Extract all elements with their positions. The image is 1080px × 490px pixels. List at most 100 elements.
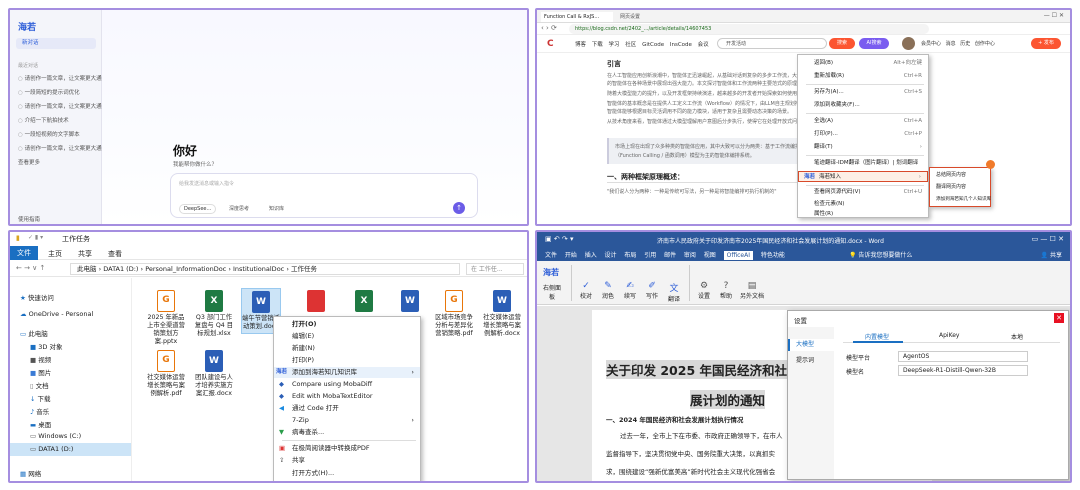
user-link[interactable]: 会员中心 xyxy=(921,41,941,47)
model-select[interactable]: DeepSeek-R1-Distill-Qwen-32B xyxy=(898,365,1028,376)
nav-link[interactable]: 下载 xyxy=(592,42,603,48)
breadcrumb[interactable]: 此电脑 › DATA1 (D:) › Personal_InformationD… xyxy=(70,263,460,275)
browser-tab[interactable]: Function Call & RxJS... xyxy=(541,12,613,22)
guide-link[interactable]: 使用指南 xyxy=(18,215,40,223)
close-icon[interactable]: ✕ xyxy=(1054,313,1064,323)
breadcrumb-item[interactable]: InstitutionalDoc xyxy=(233,265,284,273)
submenu-item-add-kb[interactable]: 添加到海若知几个人知识库 xyxy=(930,194,991,206)
nav-quick-access[interactable]: ★ 快速访问 xyxy=(20,292,54,302)
nav-link[interactable]: InsCode xyxy=(670,42,692,48)
menu-item-print[interactable]: 打印(P)... Ctrl+P xyxy=(798,129,928,140)
menu-item-reload[interactable]: 重新加载(R) Ctrl+R xyxy=(798,71,928,82)
nav-arrows-icon[interactable]: ← → ∨ ↑ xyxy=(16,264,45,272)
menu-item-open[interactable]: 打开(O) xyxy=(274,319,420,330)
ribbon-button[interactable]: ⚙ 设置 xyxy=(693,281,715,300)
nav-link[interactable]: 会议 xyxy=(698,42,709,48)
site-nav-links[interactable]: 博客 下载 学习 社区 GitCode InsCode 会议 xyxy=(575,40,709,48)
tell-me-box[interactable]: 💡 告诉我您想要做什么 xyxy=(849,250,912,259)
window-controls[interactable]: ▭ — ☐ ✕ xyxy=(1032,235,1064,243)
menu-item-virus-scan[interactable]: ▼ 病毒查杀... xyxy=(274,427,420,438)
share-button[interactable]: 👤 共享 xyxy=(1041,250,1062,259)
tab-builtin-model[interactable]: 内置模型 xyxy=(865,332,889,341)
site-search-input[interactable]: 开发活动 xyxy=(717,38,827,49)
menu-item-print[interactable]: 打印(P) xyxy=(274,355,420,366)
ribbon-tab[interactable]: 插入 xyxy=(585,252,597,259)
menu-item-open-with[interactable]: 打开方式(H)... xyxy=(274,468,420,479)
ribbon-tab[interactable]: 特色功能 xyxy=(761,252,785,259)
dialog-nav-prompt[interactable]: 提示词 xyxy=(796,355,814,364)
nav-downloads[interactable]: ↓ 下载 xyxy=(30,393,51,403)
tab-local[interactable]: 本地 xyxy=(1011,332,1023,341)
menu-item-vscode[interactable]: ◀ 通过 Code 打开 xyxy=(274,403,420,414)
nav-documents[interactable]: ▯ 文档 xyxy=(30,380,49,390)
menu-item-mobatexteditor[interactable]: ◆ Edit with MobaTextEditor xyxy=(274,391,420,402)
history-item[interactable]: 请创作一篇文章，让文案更大通用 xyxy=(18,74,108,82)
ribbon-tab[interactable]: 设计 xyxy=(605,252,617,259)
menu-item-back[interactable]: 返回(B) Alt+向左键 xyxy=(798,58,928,69)
nav-pictures[interactable]: ■ 图片 xyxy=(30,367,51,377)
ribbon-tab[interactable]: 邮件 xyxy=(664,252,676,259)
ribbon-button[interactable]: ✐ 写作 xyxy=(641,281,663,300)
nav-link[interactable]: 学习 xyxy=(609,42,620,48)
ribbon-button[interactable]: 右侧面板 xyxy=(541,283,563,301)
publish-button[interactable]: + 发布 xyxy=(1031,38,1061,49)
nav-network[interactable]: ▦ 网络 xyxy=(20,468,41,478)
menu-item-mobadiff[interactable]: ◆ Compare using MobaDiff xyxy=(274,379,420,390)
tab-file[interactable]: 文件 xyxy=(10,246,38,260)
menu-item-inspect[interactable]: 检查元素(N) xyxy=(798,199,928,210)
nav-this-pc[interactable]: ▭ 此电脑 xyxy=(20,328,48,338)
nav-desktop[interactable]: ▬ 桌面 xyxy=(30,419,51,429)
nav-link[interactable]: 社区 xyxy=(625,42,636,48)
avatar[interactable] xyxy=(902,37,915,50)
menu-item-word-translate[interactable]: 笔迹翻译-IDM翻译（图片翻译）| 划词翻译 xyxy=(798,158,928,169)
dialog-nav-llm[interactable]: 大模型 xyxy=(788,339,834,351)
ribbon-tab[interactable]: 视图 xyxy=(704,252,716,259)
file-item[interactable]: W xyxy=(390,290,430,314)
send-icon[interactable]: ↑ xyxy=(453,202,465,214)
menu-item-add-kb[interactable]: 海若 添加到海若知几知识库 › xyxy=(274,367,420,378)
chat-input-box[interactable]: 给我发送消息或输入指令 DeepSee... 深度思考 知识库 ↑ xyxy=(170,173,478,218)
file-item[interactable]: G 2025 年新品上市全渠道营销策划方案.pptx xyxy=(146,290,186,346)
browser-tab[interactable]: 网页设置 xyxy=(617,12,667,22)
menu-item-share[interactable]: ⇪ 共享 xyxy=(274,455,420,466)
ribbon-tab[interactable]: 布局 xyxy=(624,252,636,259)
quick-access-icons[interactable]: ▣ ↶ ↷ ▾ xyxy=(545,235,574,243)
ribbon-button[interactable]: ▤ 另外文档 xyxy=(739,281,765,300)
nav-3d[interactable]: ■ 3D 对象 xyxy=(30,341,62,351)
breadcrumb-item[interactable]: Personal_InformationDoc xyxy=(145,265,226,273)
floating-assistant-icon[interactable] xyxy=(986,160,995,169)
file-item[interactable]: X xyxy=(344,290,384,314)
tab-apikey[interactable]: ApiKey xyxy=(939,332,959,339)
history-item[interactable]: 请创作一篇文章，让文案更大通用 xyxy=(18,102,108,110)
ribbon-tab[interactable]: 引用 xyxy=(644,252,656,259)
ribbon-tab[interactable]: 文件 xyxy=(545,252,557,259)
search-button[interactable]: 搜索 xyxy=(829,38,855,49)
nav-drive-d[interactable]: ▭ DATA1 (D:) xyxy=(30,445,73,453)
quick-access-toolbar-icon[interactable]: ✓ ▮ ▾ xyxy=(28,234,43,241)
nav-videos[interactable]: ■ 视频 xyxy=(30,354,51,364)
history-item[interactable]: 一段简短的提示词优化 xyxy=(18,88,80,96)
window-controls[interactable]: — ☐ ✕ xyxy=(1044,12,1064,19)
nav-link[interactable]: 博客 xyxy=(575,42,586,48)
submenu-item-translate[interactable]: 翻译网页内容 xyxy=(930,182,990,194)
csdn-logo-icon[interactable]: C xyxy=(547,39,554,49)
ribbon-button[interactable]: ? 帮助 xyxy=(715,281,737,300)
file-item[interactable] xyxy=(296,290,336,314)
tab-view[interactable]: 查看 xyxy=(108,249,122,259)
file-item[interactable]: X Q3 部门工作复盘与 Q4 目标规划.xlsx xyxy=(194,290,234,338)
history-item[interactable]: 介绍一下航拍技术 xyxy=(18,116,69,124)
ribbon-tab[interactable]: 开始 xyxy=(565,252,577,259)
breadcrumb-item[interactable]: 此电脑 xyxy=(77,265,97,273)
knowledge-base-toggle[interactable]: 知识库 xyxy=(269,205,284,212)
menu-item-translate[interactable]: 翻译(T) › xyxy=(798,142,928,153)
search-input[interactable]: 在 工作任... xyxy=(466,263,524,275)
ribbon-button[interactable]: 文翻译 xyxy=(663,281,685,303)
nav-arrows-icon[interactable]: ‹ › ⟳ xyxy=(541,24,557,32)
submenu-item-summarize[interactable]: 总结网页内容 xyxy=(930,170,990,182)
url-bar[interactable]: https://blog.csdn.net/2402_.../article/d… xyxy=(569,24,929,34)
menu-item-favorite[interactable]: 添加到收藏夹(F)... xyxy=(798,100,928,111)
ribbon-button[interactable]: ✍ 续写 xyxy=(619,281,641,300)
menu-item-select-all[interactable]: 全选(A) Ctrl+A xyxy=(798,116,928,127)
file-item[interactable]: W 团队建设与人才培养实施方案汇报.docx xyxy=(194,350,234,398)
nav-music[interactable]: ♪ 音乐 xyxy=(30,406,49,416)
